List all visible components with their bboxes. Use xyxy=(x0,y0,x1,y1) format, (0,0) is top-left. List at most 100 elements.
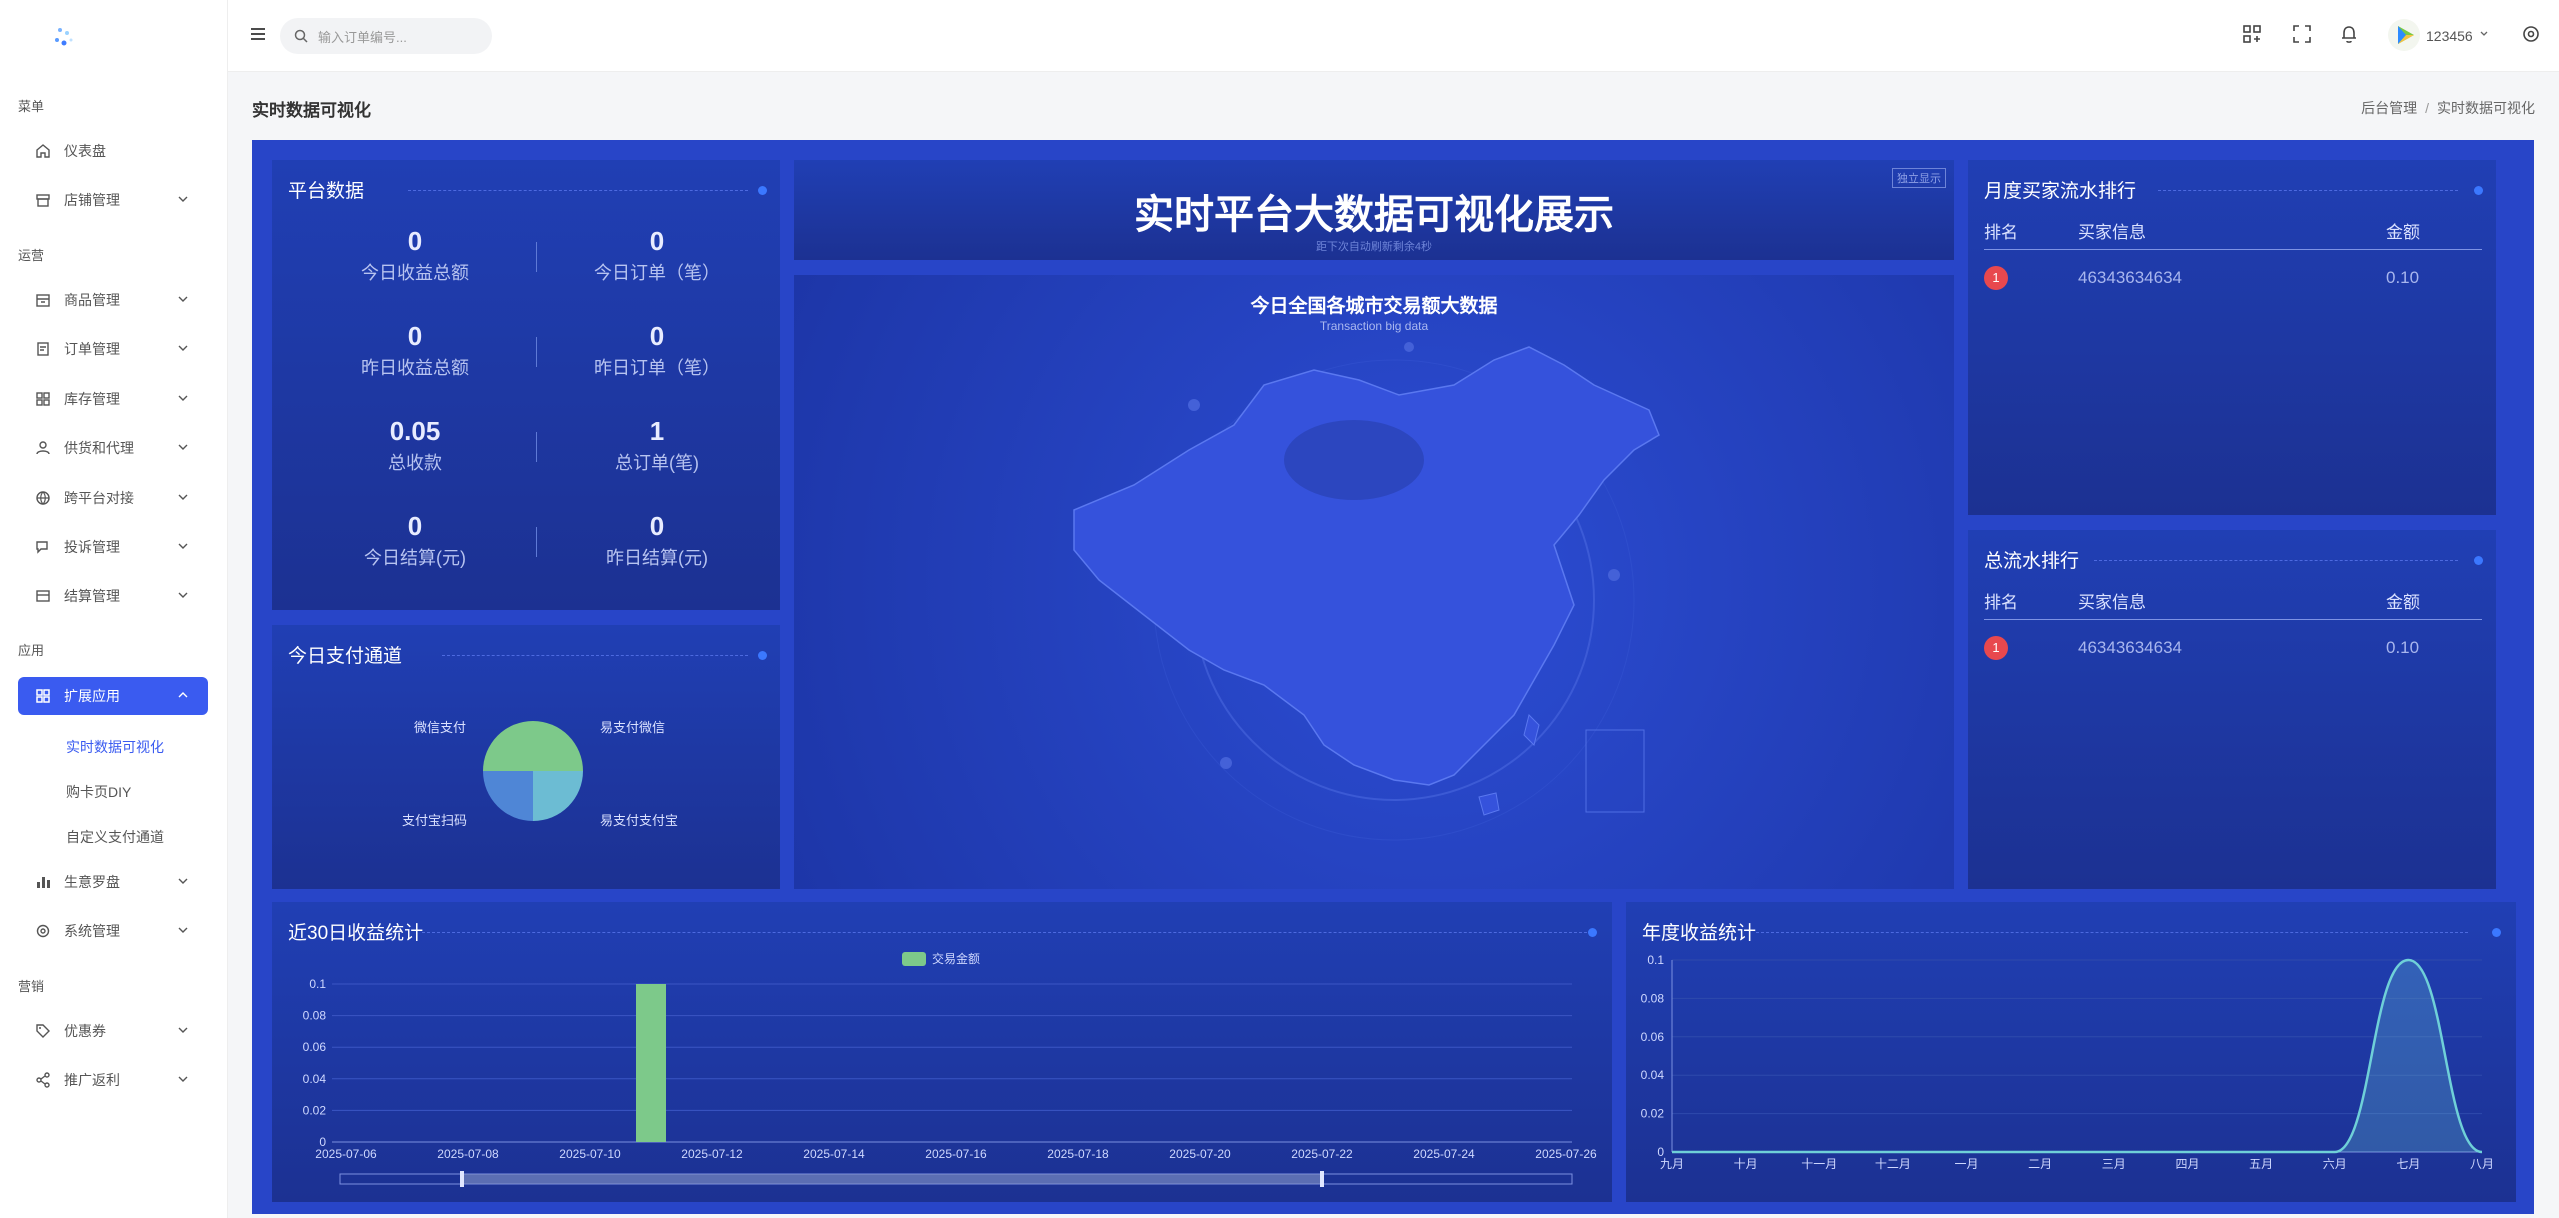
panel-title: 月度买家流水排行 xyxy=(1984,181,2137,202)
section-menu: 菜单 xyxy=(18,99,45,114)
legend-label: 交易金额 xyxy=(932,951,980,966)
sidebar-item-extensions[interactable]: 扩展应用 xyxy=(18,677,208,715)
chevron-down-icon xyxy=(178,494,188,500)
chevron-up-icon xyxy=(178,692,188,698)
sidebar-item-supply[interactable]: 供货和代理 xyxy=(18,429,208,467)
pie-label: 易支付微信 xyxy=(600,720,666,735)
stat-today-orders: 0 今日订单（笔） xyxy=(594,226,720,283)
panel-title: 平台数据 xyxy=(288,181,365,202)
chevron-down-icon xyxy=(178,1027,188,1033)
chevron-down-icon xyxy=(178,444,188,450)
globe-icon xyxy=(34,489,52,507)
apps-icon xyxy=(34,687,52,705)
breadcrumb: 后台管理 / 实时数据可视化 xyxy=(2361,100,2535,116)
yearly-area-chart: 00.020.040.060.080.1九月 十月 十一月 十二月 一月 二月 三月 四月 五月… xyxy=(1641,953,2494,1171)
avatar[interactable] xyxy=(2387,18,2421,52)
sidebar-item-coupons[interactable]: 优惠券 xyxy=(18,1012,208,1050)
chat-icon xyxy=(34,538,52,556)
pie-label: 易支付支付宝 xyxy=(600,813,679,828)
x-tick-label: 十二月 xyxy=(1875,1157,1911,1171)
map-panel: 今日全国各城市交易额大数据 Transaction big data xyxy=(794,275,1954,889)
sidebar-item-settlement[interactable]: 结算管理 xyxy=(18,577,208,615)
recent30-bar-chart: 交易金额00.020.040.060.080.12025-07-06 2025-0… xyxy=(303,951,1597,1187)
y-tick-label: 0.08 xyxy=(303,1009,327,1023)
breadcrumb-home[interactable]: 后台管理 xyxy=(2361,100,2417,116)
section-operations: 运营 xyxy=(18,248,45,263)
rank-badge: 1 xyxy=(1984,636,2008,660)
sidebar-item-complaints[interactable]: 投诉管理 xyxy=(18,528,208,566)
sidebar-item-label: 扩展应用 xyxy=(64,688,120,704)
pie-label: 微信支付 xyxy=(414,720,467,735)
section-marketing: 营销 xyxy=(18,979,45,994)
fullscreen-icon[interactable] xyxy=(2291,23,2313,45)
x-tick-label: 2025-07-06 xyxy=(315,1147,377,1161)
x-tick-label: 三月 xyxy=(2102,1157,2126,1171)
zoom-slider-range xyxy=(462,1174,1322,1184)
search-input[interactable]: 输入订单编号... xyxy=(280,18,492,54)
x-tick-label: 2025-07-10 xyxy=(559,1147,621,1161)
sidebar-item-store[interactable]: 店铺管理 xyxy=(18,181,208,219)
x-tick-label: 四月 xyxy=(2175,1157,2199,1171)
chevron-down-icon xyxy=(178,196,188,202)
chevron-down-icon[interactable] xyxy=(2478,28,2490,40)
x-tick-label: 十月 xyxy=(1734,1157,1758,1171)
sidebar-item-orders[interactable]: 订单管理 xyxy=(18,330,208,368)
submenu-item-carddiy[interactable]: 购卡页DIY xyxy=(66,782,131,802)
sidebar-item-compass[interactable]: 生意罗盘 xyxy=(18,863,208,901)
china-map xyxy=(1073,342,1660,841)
grid-icon xyxy=(34,390,52,408)
sidebar-item-label: 订单管理 xyxy=(64,341,120,357)
box-icon xyxy=(34,291,52,309)
panel-dot xyxy=(2474,186,2483,195)
sidebar-item-label: 生意罗盘 xyxy=(64,874,120,890)
sidebar-item-products[interactable]: 商品管理 xyxy=(18,281,208,319)
section-apps: 应用 xyxy=(18,643,45,658)
rank-buyer: 46343634634 xyxy=(2078,268,2183,287)
y-tick-label: 0.04 xyxy=(1641,1068,1665,1082)
panel-title: 总流水排行 xyxy=(1984,551,2080,572)
apps-icon[interactable] xyxy=(2241,23,2263,45)
sidebar-item-label: 推广返利 xyxy=(64,1072,120,1088)
center-title-panel: 实时平台大数据可视化展示 距下次自动刷新剩余4秒 独立显示 xyxy=(794,160,1954,260)
submenu-item-custompay[interactable]: 自定义支付通道 xyxy=(66,827,164,847)
sidebar-item-label: 投诉管理 xyxy=(64,539,120,555)
sidebar-item-dashboard[interactable]: 仪表盘 xyxy=(18,132,208,170)
stat-total-orders: 1 总订单(笔) xyxy=(615,416,699,473)
order-icon xyxy=(34,340,52,358)
y-tick-label: 0.1 xyxy=(309,977,326,991)
bell-icon[interactable] xyxy=(2338,23,2360,45)
x-tick-label: 2025-07-14 xyxy=(803,1147,865,1161)
breadcrumb-current: 实时数据可视化 xyxy=(2437,100,2535,116)
zoom-handle xyxy=(460,1171,464,1187)
sidebar-item-referral[interactable]: 推广返利 xyxy=(18,1061,208,1099)
chevron-down-icon xyxy=(178,345,188,351)
chevron-down-icon xyxy=(178,543,188,549)
username[interactable]: 123456 xyxy=(2426,28,2473,44)
standalone-button[interactable]: 独立显示 xyxy=(1892,168,1946,188)
rank-badge: 1 xyxy=(1984,266,2008,290)
dashboard: 平台数据 0 今日收益总额 0 今日订单（笔） 0 昨日收益总额 0 昨日订单（笔） 0… xyxy=(252,140,2534,1214)
sidebar-item-system[interactable]: 系统管理 xyxy=(18,912,208,950)
x-tick-label: 七月 xyxy=(2396,1157,2420,1171)
stat-yesterday-orders: 0 昨日订单（笔） xyxy=(594,321,720,378)
tag-icon xyxy=(34,1022,52,1040)
chevron-down-icon xyxy=(178,927,188,933)
bar xyxy=(636,984,666,1142)
submenu-item-realtime[interactable]: 实时数据可视化 xyxy=(66,737,164,757)
area-fill xyxy=(1672,960,2482,1152)
sidebar-item-inventory[interactable]: 库存管理 xyxy=(18,380,208,418)
menu-toggle-icon[interactable] xyxy=(248,24,268,44)
sidebar: 菜单 运营 应用 营销 仪表盘 店铺管理 商品管理 订单管理 库存管理 供货和代… xyxy=(0,0,228,1218)
settings-icon[interactable] xyxy=(2520,23,2542,45)
logo xyxy=(55,28,73,46)
sidebar-item-label: 供货和代理 xyxy=(64,440,134,456)
chevron-down-icon xyxy=(178,296,188,302)
share-icon xyxy=(34,1071,52,1089)
x-tick-label: 2025-07-18 xyxy=(1047,1147,1109,1161)
page-title: 实时数据可视化 xyxy=(252,101,371,120)
pie-slice xyxy=(483,771,533,821)
monthly-rank-panel: 月度买家流水排行 排名 买家信息 金额 1 46343634634 0.10 xyxy=(1968,160,2496,515)
x-tick-label: 五月 xyxy=(2249,1157,2273,1171)
sidebar-item-crossplatform[interactable]: 跨平台对接 xyxy=(18,479,208,517)
zoom-handle xyxy=(1320,1171,1324,1187)
